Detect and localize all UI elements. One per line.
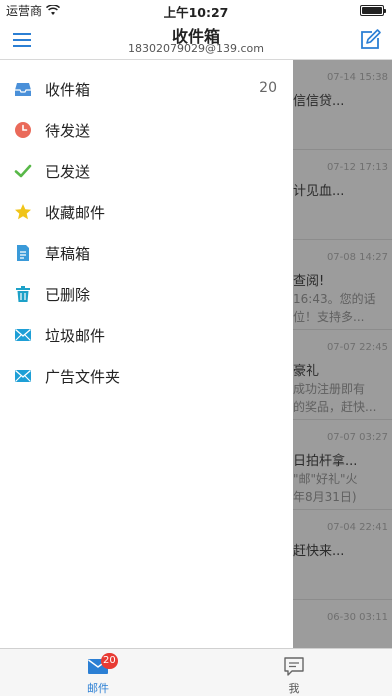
folder-item-outbox[interactable]: 待发送: [0, 109, 293, 150]
mail-subject: 赶快来...: [293, 544, 345, 559]
mail-date: 07-08 14:27: [326, 252, 388, 263]
folder-label: 收件箱: [45, 81, 91, 99]
folder-drawer: 收件箱 20 待发送 已发送 收藏邮件 草稿箱 已删除 垃圾邮件 广告文件夹: [0, 60, 293, 648]
mail-date: 06-30 03:11: [326, 612, 388, 623]
mail-preview: "邮"好礼"火 年8月31日): [293, 472, 358, 504]
chat-bubble-icon: [284, 657, 304, 676]
folder-label: 广告文件夹: [45, 368, 121, 386]
folder-item-drafts[interactable]: 草稿箱: [0, 232, 293, 273]
tab-bar: 20 邮件 我: [0, 648, 392, 696]
tab-label: 我: [288, 682, 300, 695]
checkmark-icon: [14, 164, 32, 178]
mail-list-item[interactable]: 07-07 03:27 日拍杆拿... "邮"好礼"火 年8月31日): [293, 420, 392, 510]
folder-item-starred[interactable]: 收藏邮件: [0, 191, 293, 232]
tab-me[interactable]: 我: [196, 649, 392, 696]
mail-list-item[interactable]: 07-12 17:13 计见血...: [293, 150, 392, 240]
tab-label: 邮件: [87, 682, 109, 695]
mail-date: 07-04 22:41: [326, 522, 388, 533]
star-icon: [15, 204, 31, 220]
mail-date: 07-12 17:13: [326, 162, 388, 173]
mail-date: 07-07 22:45: [326, 342, 388, 353]
mail-subject: 查阅!: [293, 274, 325, 289]
folder-label: 草稿箱: [45, 245, 91, 263]
unread-count: 20: [259, 80, 277, 96]
status-bar: 运营商 上午10:27: [0, 0, 392, 20]
compose-button[interactable]: [358, 28, 382, 52]
folder-item-sent[interactable]: 已发送: [0, 150, 293, 191]
mail-list-item[interactable]: 06-30 03:11: [293, 600, 392, 648]
folder-label: 垃圾邮件: [45, 327, 106, 345]
folder-item-inbox[interactable]: 收件箱 20: [0, 68, 293, 109]
mail-list-item[interactable]: 07-14 15:38 信信贷...: [293, 60, 392, 150]
mail-preview: 成功注册即有 的奖品，赶快...: [293, 382, 377, 414]
draft-document-icon: [17, 245, 29, 261]
mail-subject: 计见血...: [293, 184, 345, 199]
folder-label: 已发送: [45, 163, 91, 181]
mail-preview: 16:43。您的话 位！支持多...: [293, 292, 376, 324]
account-email[interactable]: 18302079029@139.com: [0, 42, 392, 55]
folder-item-spam[interactable]: 垃圾邮件: [0, 314, 293, 355]
mail-date: 07-14 15:38: [326, 72, 388, 83]
folder-label: 待发送: [45, 122, 91, 140]
compose-icon: [361, 29, 381, 49]
dimmed-mail-list[interactable]: 07-14 15:38 信信贷... 07-12 17:13 计见血... 07…: [293, 60, 392, 648]
mail-list-item[interactable]: 07-07 22:45 豪礼 成功注册即有 的奖品，赶快...: [293, 330, 392, 420]
folder-label: 已删除: [45, 286, 91, 304]
mail-subject: 信信贷...: [293, 94, 345, 109]
folder-item-ads[interactable]: 广告文件夹: [0, 355, 293, 396]
envelope-icon: [15, 329, 31, 341]
envelope-icon: [15, 370, 31, 382]
unread-badge: 20: [101, 653, 118, 669]
folder-item-deleted[interactable]: 已删除: [0, 273, 293, 314]
mail-list-item[interactable]: 07-08 14:27 查阅! 16:43。您的话 位！支持多...: [293, 240, 392, 330]
tab-mail[interactable]: 20 邮件: [0, 649, 196, 696]
mail-subject: 日拍杆拿...: [293, 454, 358, 469]
inbox-icon: [15, 83, 31, 96]
trash-icon: [16, 286, 30, 302]
mail-subject: 豪礼: [293, 364, 320, 379]
mail-list-item[interactable]: 07-04 22:41 赶快来...: [293, 510, 392, 600]
mail-date: 07-07 03:27: [326, 432, 388, 443]
navigation-bar: 收件箱 18302079029@139.com: [0, 20, 392, 60]
status-time: 上午10:27: [163, 5, 229, 20]
clock-icon: [15, 122, 31, 138]
battery-icon: [360, 5, 386, 16]
content-area: 07-14 15:38 信信贷... 07-12 17:13 计见血... 07…: [0, 60, 392, 648]
folder-label: 收藏邮件: [45, 204, 106, 222]
